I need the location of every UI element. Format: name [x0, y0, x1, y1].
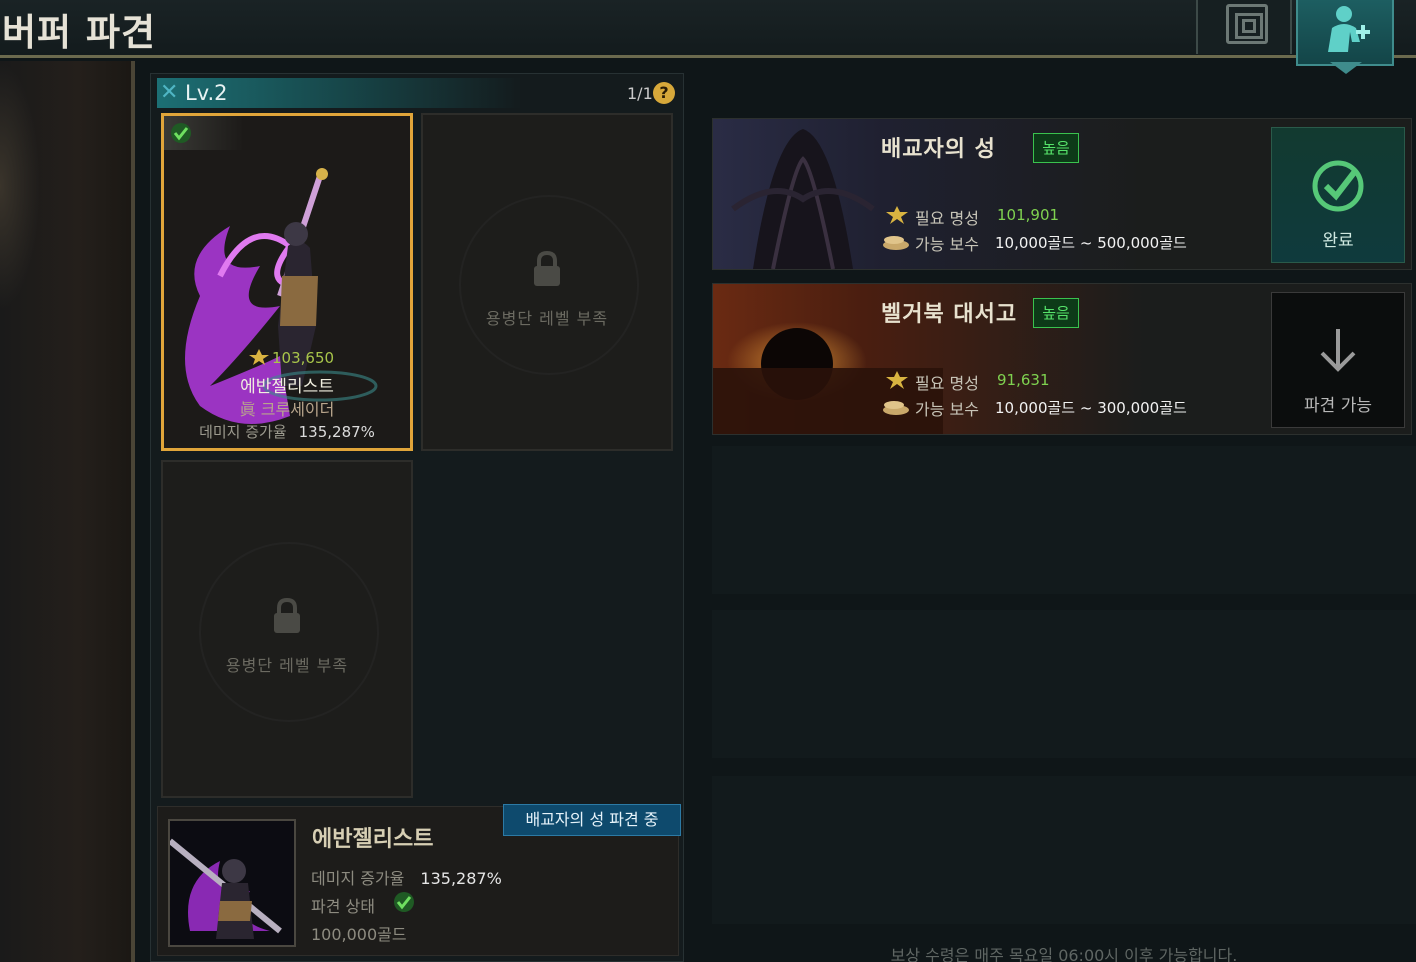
complete-button[interactable]: 완료 [1271, 127, 1405, 263]
lock-icon [274, 598, 300, 633]
selected-damage-row: 데미지 증가율 135,287% [311, 865, 502, 889]
level-bar: ✕ Lv.2 1/1 ? [157, 78, 677, 108]
level-label: Lv.2 [185, 81, 228, 105]
damage-label: 데미지 증가율 [311, 869, 405, 888]
difficulty-tag: 높음 [1033, 133, 1079, 163]
page-title: 버퍼 파견 [2, 11, 157, 54]
action-label: 완료 [1322, 231, 1354, 251]
fame-icon [886, 371, 908, 389]
check-circle-icon [1312, 160, 1364, 212]
dispatch-button[interactable]: 파견 가능 [1271, 292, 1405, 428]
empty-dungeon-row [712, 776, 1416, 924]
buffer-dispatch-tab[interactable] [1296, 0, 1394, 74]
help-icon[interactable]: ? [653, 82, 675, 104]
selected-name: 에반젤리스트 [312, 827, 434, 852]
dungeon-name: 벨거북 대서고 [881, 302, 1018, 327]
character-plus-icon [1328, 6, 1370, 52]
gold-coins-icon [883, 236, 909, 250]
dungeon-row-1[interactable]: 배교자의 성 높음 필요 명성 101,901 가능 보수 10,000골드 ~… [712, 118, 1412, 270]
damage-value: 135,287% [298, 423, 375, 441]
maze-icon [1226, 4, 1268, 44]
dungeon-menu-button[interactable] [1196, 0, 1292, 54]
check-icon [171, 123, 191, 143]
lock-icon [534, 251, 560, 286]
dungeon-row-2[interactable]: 벨거북 대서고 높음 필요 명성 91,631 가능 보수 10,000골드 ~… [712, 283, 1412, 435]
left-background [0, 61, 135, 962]
cross-icon: ✕ [160, 80, 179, 105]
damage-value: 135,287% [420, 869, 502, 888]
awakening-mark: 眞 [239, 400, 256, 419]
reward-value: 10,000골드 ~ 500,000골드 [995, 234, 1187, 252]
required-fame-label: 필요 명성 [915, 374, 979, 393]
required-fame-label: 필요 명성 [915, 209, 979, 228]
active-tab-indicator [1330, 62, 1362, 74]
character-name: 에반젤리스트 [240, 377, 334, 397]
required-fame-value: 91,631 [997, 371, 1050, 389]
action-label: 파견 가능 [1304, 396, 1372, 416]
dispatch-status-label: 파견 상태 [311, 897, 375, 916]
reward-label: 가능 보수 [915, 235, 979, 254]
empty-dungeon-row [712, 610, 1416, 758]
reward-value: 10,000골드 ~ 300,000골드 [995, 399, 1187, 417]
arrow-down-icon [1320, 329, 1356, 372]
footer-note: 보상 수령은 매주 목요일 06:00시 이후 가능합니다. [890, 946, 1238, 962]
slot-count: 1/1 [627, 84, 653, 103]
slot-2-locked: 용병단 레벨 부족 [421, 113, 673, 451]
difficulty-tag: 높음 [1033, 298, 1079, 328]
class-name: 크루세이더 [260, 400, 335, 419]
portrait-art [170, 838, 282, 939]
character-class: 眞 크루세이더 [164, 396, 410, 420]
dispatch-status-tag: 배교자의 성 파견 중 [503, 804, 681, 836]
dispatch-status-row: 파견 상태 [311, 892, 414, 917]
decorative-shade [0, 61, 40, 311]
gold-cost: 100,000골드 [311, 925, 407, 944]
dungeon-name: 배교자의 성 [881, 137, 996, 162]
check-icon [394, 892, 414, 912]
fame-icon [249, 349, 269, 365]
reward-label: 가능 보수 [915, 400, 979, 419]
damage-increase: 데미지 증가율 135,287% [164, 421, 410, 442]
character-portrait [168, 819, 296, 947]
required-fame-value: 101,901 [997, 206, 1060, 224]
lock-text: 용병단 레벨 부족 [485, 309, 609, 328]
fame-icon [886, 206, 908, 224]
gold-coins-icon [883, 401, 909, 415]
slot-3-locked: 용병단 레벨 부족 [161, 460, 413, 798]
lock-text: 용병단 레벨 부족 [225, 656, 349, 675]
title-bar: 버퍼 파견 [0, 0, 1416, 74]
empty-dungeon-row [712, 446, 1416, 594]
damage-label: 데미지 증가율 [199, 423, 287, 441]
fame-value: 103,650 [272, 349, 335, 367]
slot-1-active[interactable]: 103,650 에반젤리스트 眞 크루세이더 데미지 증가율 135,287% [161, 113, 413, 451]
